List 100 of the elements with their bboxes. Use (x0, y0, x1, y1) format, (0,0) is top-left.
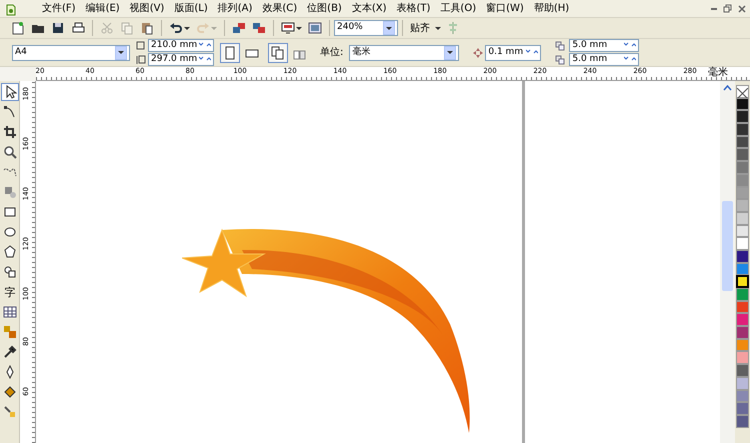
nudge-field[interactable]: 0.1 mm (485, 44, 542, 60)
menu-item[interactable]: 位图(B) (302, 0, 347, 17)
stacked-pages-icon (270, 44, 286, 60)
menu-item[interactable]: 工具(O) (435, 0, 482, 17)
menu-item[interactable]: 表格(T) (392, 0, 436, 17)
color-swatch[interactable] (736, 123, 749, 136)
menu-item[interactable]: 文本(X) (346, 0, 392, 17)
color-swatch[interactable] (736, 262, 749, 276)
text-tool[interactable]: 字 (1, 283, 19, 301)
height-field[interactable]: 297.0 mm (148, 53, 214, 66)
eyedropper-icon (3, 345, 17, 359)
menu-item[interactable]: 排列(A) (212, 0, 258, 17)
width-field[interactable]: 210.0 mm (148, 39, 214, 52)
polygon-icon (3, 245, 17, 259)
menu-item[interactable]: 帮助(H) (528, 0, 574, 17)
caret-icon (435, 26, 442, 30)
zoom-icon (3, 145, 17, 159)
crop-icon (3, 125, 17, 139)
color-swatch[interactable] (736, 414, 749, 428)
fill-shapes-icon (3, 185, 17, 199)
caret-icon (184, 26, 190, 30)
snap-button[interactable]: 贴齐 (407, 18, 444, 38)
monitor-icon (281, 21, 295, 35)
caret-icon (386, 26, 392, 30)
all-pages-button[interactable] (268, 42, 288, 62)
duplicate-x-field[interactable]: 5.0 mm (569, 39, 640, 52)
drawing-canvas[interactable] (36, 81, 720, 443)
zoom-field[interactable]: 240% (334, 20, 398, 36)
caret-icon (211, 26, 217, 30)
document-icon (6, 4, 16, 16)
color-swatch[interactable] (736, 224, 749, 238)
cross-icon (737, 88, 748, 99)
color-swatch[interactable] (736, 376, 749, 390)
menu-item[interactable]: 视图(V) (124, 0, 170, 17)
color-swatch[interactable] (736, 199, 749, 212)
restore-icon (723, 4, 732, 13)
undo-arrow-icon (169, 21, 183, 35)
ruler-unit: 毫米 (708, 67, 728, 79)
spinner-icon (526, 49, 538, 56)
table-icon (3, 305, 17, 319)
duplicate-y-field[interactable]: 5.0 mm (569, 53, 640, 66)
color-swatch[interactable] (736, 275, 749, 288)
color-swatch[interactable] (736, 110, 749, 124)
import-icon (232, 21, 246, 35)
pick-tool[interactable] (1, 83, 19, 101)
color-swatch[interactable] (736, 98, 749, 110)
export-icon (252, 21, 266, 35)
vertical-scrollbar[interactable] (720, 81, 735, 443)
color-swatch[interactable] (736, 338, 749, 352)
color-swatch[interactable] (736, 364, 749, 377)
crop-tool[interactable] (1, 123, 19, 141)
node-curve-icon (3, 105, 17, 119)
menu-item[interactable]: 文件(F) (37, 0, 81, 17)
color-swatch[interactable] (736, 212, 749, 225)
width-icon (136, 40, 146, 50)
no-color-swatch[interactable] (736, 85, 749, 98)
spinner-icon (199, 56, 211, 62)
color-swatch[interactable] (736, 136, 749, 148)
menu-item[interactable]: 版面(L) (169, 0, 213, 17)
color-swatch[interactable] (736, 174, 749, 186)
units-dropdown[interactable]: 毫米 (349, 44, 460, 60)
spinner-icon (199, 42, 211, 48)
color-swatch[interactable] (736, 250, 749, 263)
height-icon (136, 54, 146, 64)
color-swatch[interactable] (736, 351, 749, 364)
redo-arrow-icon (196, 21, 210, 35)
color-swatch[interactable] (736, 237, 749, 250)
align-icon (448, 22, 458, 34)
menu-item[interactable]: 窗口(W) (481, 0, 529, 17)
color-swatch[interactable] (736, 326, 749, 339)
close-icon (738, 4, 746, 12)
paper-size-dropdown[interactable]: A4 (12, 44, 130, 60)
gradient-fill-icon (3, 405, 17, 419)
menu-item[interactable]: 效果(C) (257, 0, 302, 17)
color-swatch[interactable] (736, 402, 749, 415)
blend-icon (3, 325, 17, 339)
copy-icon (120, 21, 134, 35)
scrollbar-thumb[interactable] (722, 201, 733, 291)
color-swatch[interactable] (736, 148, 749, 162)
scissors-icon (100, 21, 114, 35)
color-swatch[interactable] (736, 313, 749, 326)
shapes-icon (3, 265, 17, 279)
portrait-button[interactable] (220, 42, 240, 62)
scroll-up-icon[interactable] (723, 85, 732, 91)
menu-item[interactable]: 编辑(E) (80, 0, 125, 17)
duplicate-offset-icon (555, 54, 568, 64)
new-document-icon (11, 21, 25, 35)
paint-bucket-icon (3, 385, 17, 399)
color-swatch[interactable] (736, 161, 749, 174)
color-swatch[interactable] (736, 186, 749, 200)
picture-icon (308, 21, 322, 35)
caret-icon (447, 51, 454, 54)
color-swatch[interactable] (736, 288, 749, 301)
rectangle-icon (3, 205, 17, 219)
spinner-icon (624, 56, 636, 62)
ellipse-icon (3, 225, 17, 239)
units-label: 单位: (320, 46, 344, 60)
minimize-icon (711, 8, 717, 10)
color-swatch[interactable] (736, 390, 749, 402)
color-swatch[interactable] (736, 300, 749, 314)
